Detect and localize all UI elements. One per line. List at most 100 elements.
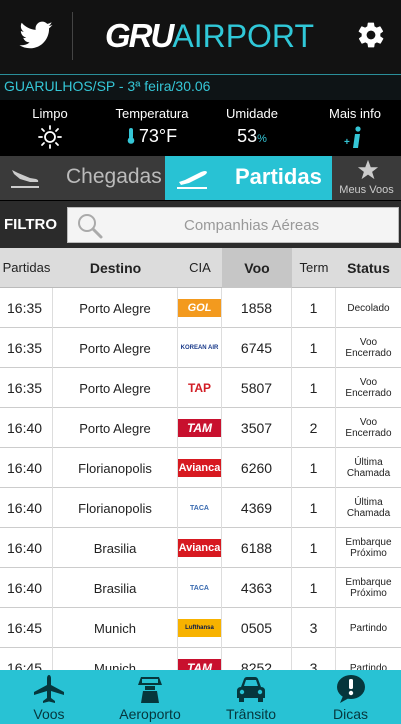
humidity-value: 53 — [237, 126, 258, 146]
cell-destination: Porto Alegre — [53, 288, 178, 328]
cell-status: Voo Encerrado — [336, 368, 401, 408]
flight-tabs: Chegadas Partidas Meus Voos — [0, 156, 401, 200]
table-row[interactable]: 16:40 Brasilia TACA 4363 1 Embarque Próximo — [0, 568, 401, 608]
cell-flight: 8252 — [222, 648, 292, 670]
gru-airport-logo: GRU AIRPORT — [105, 14, 314, 58]
cell-status: Última Chamada — [336, 488, 401, 528]
table-row[interactable]: 16:40 Florianopolis TACA 4369 1 Última Chamad… — [0, 488, 401, 528]
airline-logo: TACA — [178, 499, 221, 517]
departures-table: Partidas Destino CIA Voo Term Status 16:… — [0, 248, 401, 670]
cell-time: 16:45 — [0, 608, 53, 648]
weather-temperature: Temperatura 73°F — [108, 106, 196, 148]
tab-my-flights[interactable]: Meus Voos — [332, 156, 401, 200]
cell-flight-text: 5807 — [240, 380, 273, 396]
cell-time: 16:35 — [0, 288, 53, 328]
airline-logo: Lufthansa — [178, 619, 221, 637]
airline-logo: Avianca — [178, 459, 221, 477]
cell-time-text: 16:40 — [7, 580, 43, 596]
cell-status: Partindo — [336, 608, 401, 648]
cell-status: Partindo — [336, 648, 401, 671]
cell-flight-text: 6260 — [240, 460, 273, 476]
twitter-icon[interactable] — [18, 18, 54, 54]
airplane-icon — [34, 675, 64, 703]
cell-time: 16:40 — [0, 568, 53, 608]
cell-destination: Brasilia — [53, 568, 178, 608]
cell-time-text: 16:40 — [7, 540, 43, 556]
cell-time-text: 16:40 — [7, 460, 43, 476]
cell-time: 16:35 — [0, 328, 53, 368]
header-airline[interactable]: CIA — [178, 248, 222, 288]
cell-destination-text: Munich — [94, 660, 136, 671]
svg-text:+: + — [344, 137, 350, 148]
cell-destination: Florianopolis — [53, 448, 178, 488]
cell-destination-text: Brasilia — [93, 580, 137, 596]
header-status[interactable]: Status — [336, 248, 401, 288]
header-time[interactable]: Partidas — [0, 248, 53, 288]
table-row[interactable]: 16:35 Porto Alegre KOREAN AIR 6745 1 Voo Ence… — [0, 328, 401, 368]
cell-flight-text: 4369 — [240, 500, 273, 516]
airline-logo: GOL — [178, 299, 221, 317]
header-flight[interactable]: Voo — [222, 248, 292, 288]
temperature-label: Temperatura — [115, 106, 189, 121]
temperature-value-wrap: 73°F — [108, 124, 196, 148]
gear-icon[interactable] — [356, 20, 386, 50]
filter-placeholder: Companhias Aéreas — [184, 217, 320, 234]
table-row[interactable]: 16:35 Porto Alegre TAP 5807 1 Voo Encerrado — [0, 368, 401, 408]
cell-destination: Florianopolis — [53, 488, 178, 528]
thermometer-icon — [127, 128, 135, 144]
table-header: Partidas Destino CIA Voo Term Status — [0, 248, 401, 288]
cell-time: 16:40 — [0, 408, 53, 448]
nav-airport[interactable]: Aeroporto — [98, 670, 202, 724]
table-row[interactable]: 16:40 Brasilia Avianca 6188 1 Embarque Próxim… — [0, 528, 401, 568]
cell-terminal-text: 1 — [309, 300, 318, 316]
cell-flight: 5807 — [222, 368, 292, 408]
cell-status-text: Partindo — [349, 622, 388, 634]
location-date-text: GUARULHOS/SP - 3ª feira/30.06 — [4, 78, 211, 94]
cell-destination-text: Munich — [94, 620, 136, 636]
humidity-label: Umidade — [225, 106, 279, 121]
tab-departures[interactable]: Partidas — [165, 156, 332, 200]
airline-logo: TAM — [178, 659, 221, 670]
cell-destination-text: Florianopolis — [78, 500, 152, 516]
airline-filter-input[interactable]: Companhias Aéreas — [67, 207, 399, 243]
cell-terminal-text: 1 — [309, 340, 318, 356]
cell-terminal-text: 3 — [309, 660, 318, 670]
logo-gru-text: GRU — [105, 17, 174, 54]
nav-flights[interactable]: Voos — [0, 670, 98, 724]
cell-status-text: Última Chamada — [346, 497, 391, 519]
table-row[interactable]: 16:35 Porto Alegre GOL 1858 1 Decolado — [0, 288, 401, 328]
cell-flight-text: 6188 — [240, 540, 273, 556]
airplane-landing-icon — [11, 170, 39, 188]
nav-traffic[interactable]: Trânsito — [202, 670, 300, 724]
header-destination[interactable]: Destino — [53, 248, 178, 288]
tab-my-flights-label: Meus Voos — [339, 184, 394, 196]
nav-tips[interactable]: Dicas — [300, 670, 401, 724]
cell-status-text: Decolado — [347, 302, 390, 314]
cell-airline: TAM — [178, 648, 222, 670]
cell-destination-text: Brasilia — [93, 540, 137, 556]
humidity-value-wrap: 53% — [222, 124, 282, 151]
cell-airline: Avianca — [178, 448, 222, 488]
airline-logo: TAM — [178, 419, 221, 437]
tips-icon — [337, 675, 365, 703]
airline-logo: KOREAN AIR — [178, 339, 221, 357]
more-info-button[interactable]: Mais info + — [322, 106, 388, 155]
header-terminal[interactable]: Term — [292, 248, 336, 288]
cell-time: 16:40 — [0, 528, 53, 568]
cell-terminal-text: 1 — [309, 380, 318, 396]
airline-logo: Avianca — [178, 539, 221, 557]
sun-icon — [38, 125, 62, 149]
star-icon — [357, 159, 379, 180]
table-row[interactable]: 16:40 Florianopolis Avianca 6260 1 Última Cha… — [0, 448, 401, 488]
table-row[interactable]: 16:45 Munich TAM 8252 3 Partindo — [0, 648, 401, 670]
cell-time-text: 16:40 — [7, 500, 43, 516]
cell-flight-text: 0505 — [240, 620, 273, 636]
cell-status: Voo Encerrado — [336, 328, 401, 368]
cell-terminal: 1 — [292, 328, 336, 368]
cell-terminal-text: 3 — [309, 620, 318, 636]
airplane-takeoff-icon — [177, 171, 207, 189]
table-row[interactable]: 16:40 Porto Alegre TAM 3507 2 Voo Encerrado — [0, 408, 401, 448]
tab-arrivals[interactable]: Chegadas — [0, 156, 165, 200]
nav-airport-label: Aeroporto — [119, 706, 181, 722]
table-row[interactable]: 16:45 Munich Lufthansa 0505 3 Partindo — [0, 608, 401, 648]
